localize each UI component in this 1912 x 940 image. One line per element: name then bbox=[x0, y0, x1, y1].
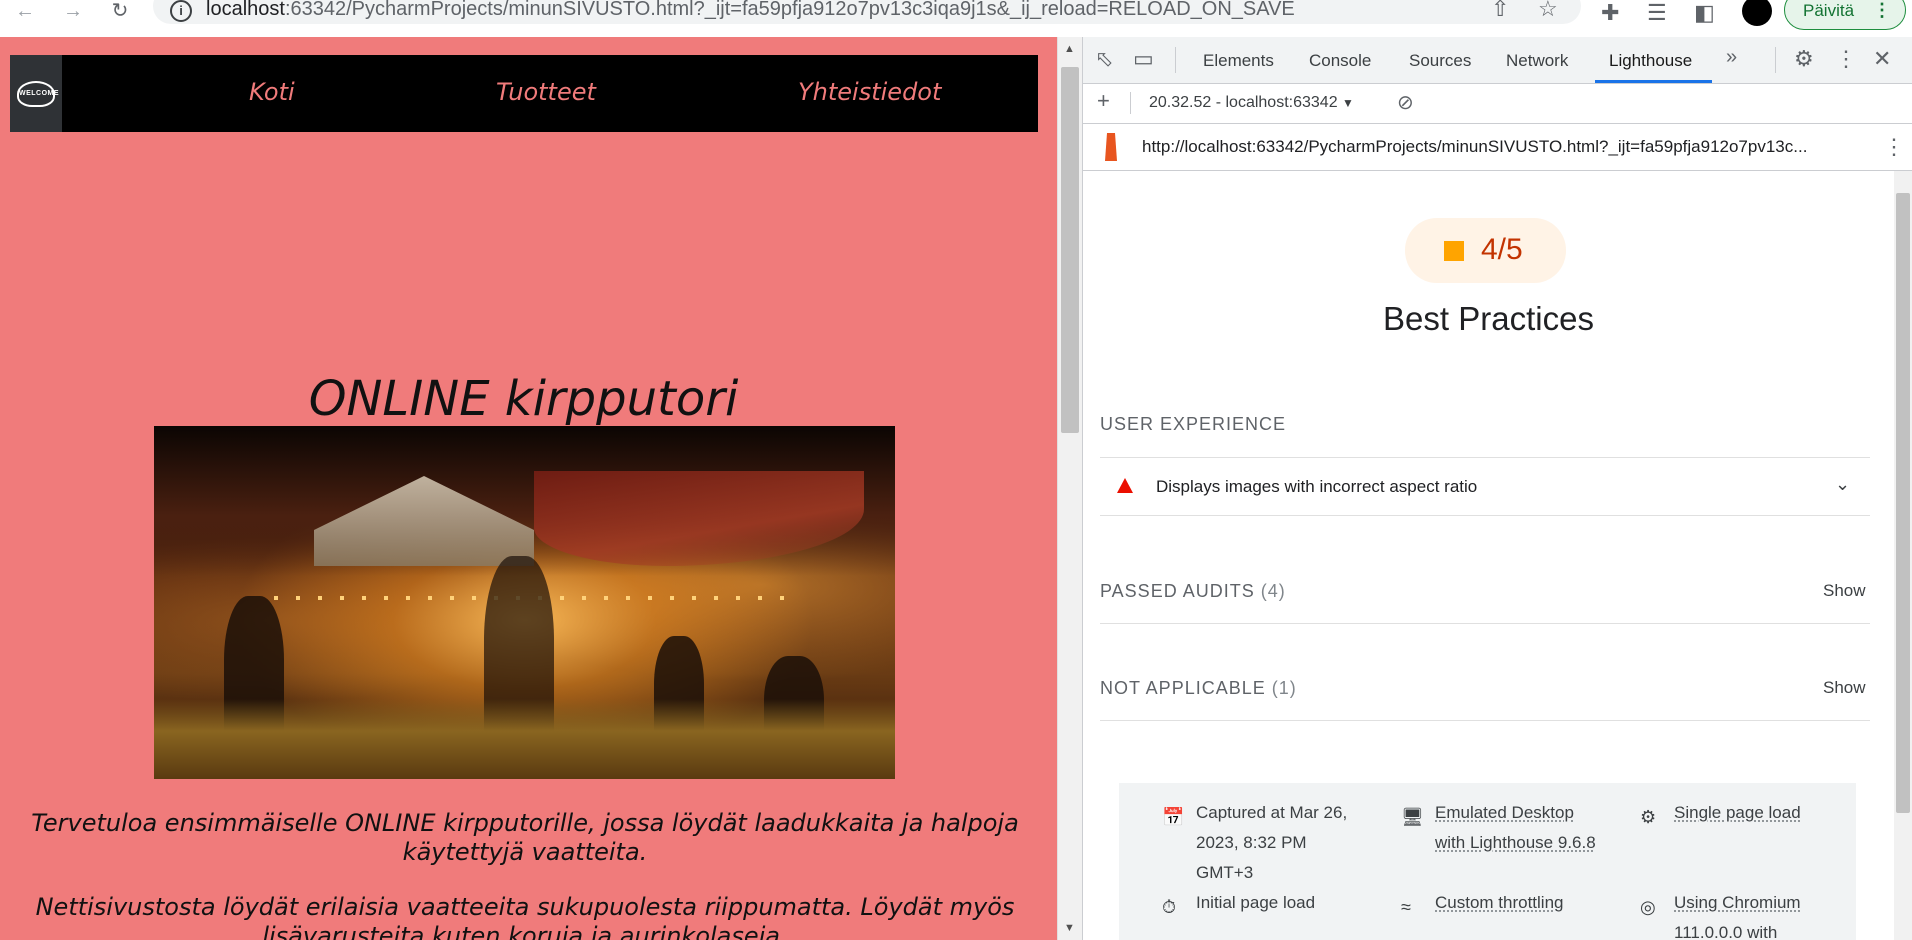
calendar-icon: 📅 bbox=[1162, 807, 1185, 827]
extensions-icon[interactable]: ✚ bbox=[1601, 0, 1619, 26]
side-panel-icon[interactable]: ◧ bbox=[1694, 0, 1715, 26]
share-icon[interactable]: ⇧ bbox=[1491, 0, 1509, 22]
report-menu-icon[interactable]: ⋮ bbox=[1883, 134, 1905, 160]
single-load-icon: ⚙ bbox=[1640, 807, 1657, 827]
new-report-icon[interactable]: + bbox=[1097, 88, 1110, 114]
address-bar[interactable]: i localhost:63342/PycharmProjects/minunS… bbox=[153, 0, 1581, 24]
lighthouse-report: 4/5 Best Practices USER EXPERIENCE Displ… bbox=[1083, 171, 1894, 940]
audit-aspect-ratio[interactable]: Displays images with incorrect aspect ra… bbox=[1100, 458, 1870, 515]
fail-triangle-icon bbox=[1117, 478, 1133, 493]
tab-console[interactable]: Console bbox=[1309, 51, 1371, 71]
intro-paragraph: Tervetuloa ensimmäiselle ONLINE kirpputo… bbox=[31, 809, 1019, 866]
content-paragraph: Nettisivustosta löydät erilaisia vaattee… bbox=[35, 893, 1015, 940]
timer-icon: ⏱ bbox=[1162, 897, 1177, 917]
devtools-tabbar: ⬁ ▭ Elements Console Sources Network Lig… bbox=[1083, 37, 1912, 84]
site-logo[interactable]: WELCOME bbox=[10, 55, 62, 132]
site-info-icon[interactable]: i bbox=[170, 0, 192, 22]
page-scrollbar[interactable]: ▲ ▼ bbox=[1057, 37, 1082, 940]
lighthouse-toolbar: + 20.32.52 - localhost:63342 ▼ ⊘ bbox=[1083, 84, 1912, 124]
hero-image bbox=[154, 426, 895, 779]
inspect-element-icon[interactable]: ⬁ bbox=[1095, 46, 1113, 72]
devtools-panel: ⬁ ▭ Elements Console Sources Network Lig… bbox=[1083, 37, 1912, 940]
more-tabs-icon[interactable]: » bbox=[1726, 46, 1737, 69]
nav-link-tuotteet[interactable]: Tuotteet bbox=[496, 78, 596, 106]
update-button[interactable]: Päivitä ⋮ bbox=[1784, 0, 1906, 30]
report-scrollbar[interactable] bbox=[1894, 171, 1912, 940]
media-icon[interactable]: ☰ bbox=[1647, 0, 1667, 26]
forward-icon[interactable]: → bbox=[60, 0, 86, 26]
tab-network[interactable]: Network bbox=[1506, 51, 1568, 71]
reload-icon[interactable]: ↻ bbox=[107, 0, 133, 26]
show-passed-button[interactable]: Show bbox=[1823, 581, 1866, 601]
captured-at: Captured at Mar 26, 2023, 8:32 PM GMT+3 bbox=[1196, 803, 1348, 882]
browser-toolbar: ← → ↻ i localhost:63342/PycharmProjects/… bbox=[0, 0, 1912, 31]
back-icon[interactable]: ← bbox=[12, 0, 38, 26]
report-url: http://localhost:63342/PycharmProjects/m… bbox=[1142, 137, 1808, 156]
devtools-menu-icon[interactable]: ⋮ bbox=[1835, 46, 1857, 72]
page-viewport: WELCOME Koti Tuotteet Yhteistiedot ONLIN… bbox=[0, 37, 1057, 940]
profile-avatar[interactable] bbox=[1742, 0, 1772, 26]
nav-link-koti[interactable]: Koti bbox=[249, 78, 295, 106]
chromium-icon: ◎ bbox=[1640, 897, 1656, 917]
site-navbar: WELCOME Koti Tuotteet Yhteistiedot bbox=[10, 55, 1038, 132]
wifi-throttling-icon: ≈ bbox=[1401, 897, 1411, 917]
nav-link-yhteistiedot[interactable]: Yhteistiedot bbox=[798, 78, 941, 106]
lighthouse-icon bbox=[1105, 133, 1117, 161]
report-selector[interactable]: 20.32.52 - localhost:63342 ▼ bbox=[1149, 94, 1354, 112]
device-toolbar-icon[interactable]: ▭ bbox=[1133, 46, 1154, 72]
clear-reports-icon[interactable]: ⊘ bbox=[1397, 90, 1414, 115]
section-passed-audits[interactable]: PASSED AUDITS (4) bbox=[1100, 581, 1286, 602]
close-devtools-icon[interactable]: ✕ bbox=[1873, 46, 1891, 72]
section-not-applicable[interactable]: NOT APPLICABLE (1) bbox=[1100, 678, 1297, 699]
single-page-load-link[interactable]: Single page load bbox=[1674, 798, 1801, 828]
active-tab-indicator bbox=[1595, 80, 1712, 83]
desktop-device-icon: 🖥 bbox=[1401, 807, 1424, 827]
emulated-desktop-link[interactable]: Emulated Desktop with Lighthouse 9.6.8 bbox=[1435, 798, 1605, 858]
category-title: Best Practices bbox=[1383, 300, 1594, 337]
more-menu-icon[interactable]: ⋮ bbox=[1873, 0, 1891, 21]
section-user-experience: USER EXPERIENCE bbox=[1100, 414, 1287, 434]
page-title: ONLINE kirpputori bbox=[308, 371, 739, 427]
score-badge: 4/5 bbox=[1405, 218, 1566, 283]
show-not-applicable-button[interactable]: Show bbox=[1823, 678, 1866, 698]
tab-lighthouse[interactable]: Lighthouse bbox=[1609, 51, 1692, 71]
tab-elements[interactable]: Elements bbox=[1203, 51, 1274, 71]
score-square-icon bbox=[1444, 241, 1464, 261]
chevron-down-icon[interactable]: ⌄ bbox=[1835, 474, 1850, 495]
custom-throttling-link[interactable]: Custom throttling bbox=[1435, 888, 1564, 918]
initial-page-load: Initial page load bbox=[1196, 893, 1316, 912]
bookmark-star-icon[interactable]: ☆ bbox=[1538, 0, 1558, 22]
url-text[interactable]: localhost:63342/PycharmProjects/minunSIV… bbox=[206, 0, 1295, 21]
report-footer: 📅 Captured at Mar 26, 2023, 8:32 PM GMT+… bbox=[1119, 783, 1856, 940]
tab-sources[interactable]: Sources bbox=[1409, 51, 1471, 71]
report-url-bar: http://localhost:63342/PycharmProjects/m… bbox=[1083, 124, 1912, 171]
using-chromium-link[interactable]: Using Chromium 111.0.0.0 with bbox=[1674, 888, 1834, 940]
settings-gear-icon[interactable]: ⚙ bbox=[1794, 46, 1814, 72]
